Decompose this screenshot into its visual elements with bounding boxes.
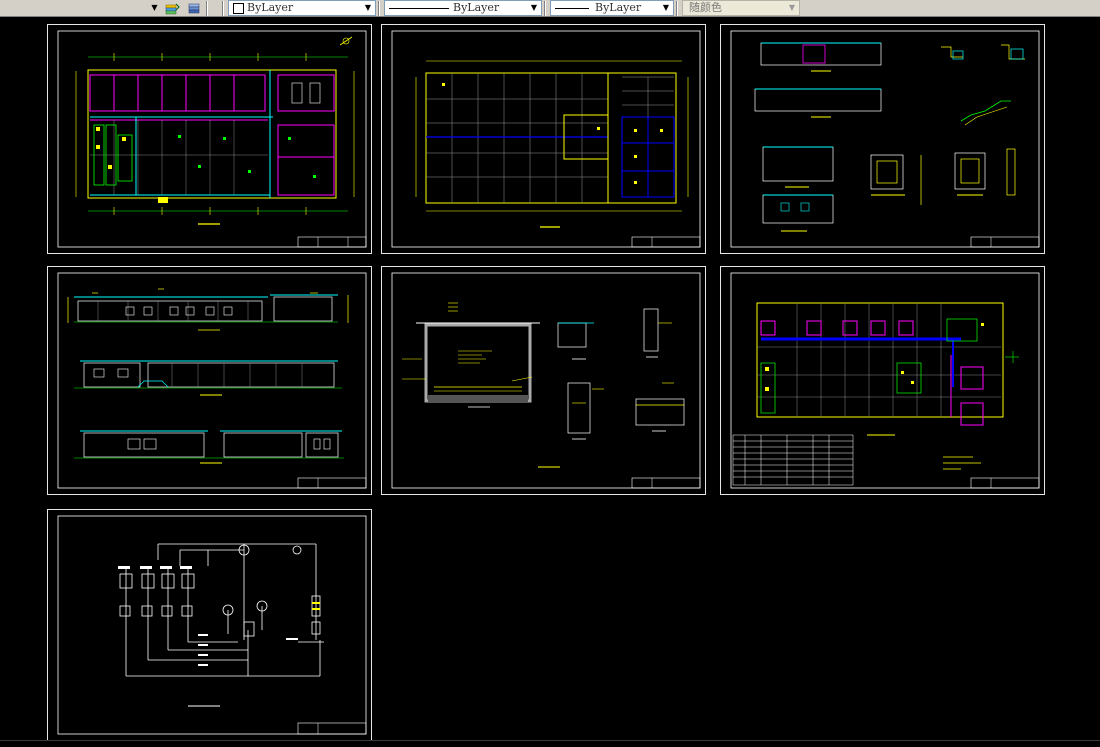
drawing-sheet-equipment-plan[interactable] — [720, 266, 1045, 495]
lineweight-control[interactable]: ByLayer ▼ — [550, 0, 674, 16]
chevron-down-icon: ▼ — [788, 3, 796, 12]
layer-dropdown-arrow-icon[interactable]: ▼ — [149, 2, 160, 14]
color-control[interactable]: ByLayer ▼ — [228, 0, 376, 16]
lineweight-control-value: ByLayer — [595, 1, 642, 14]
color-swatch-icon — [233, 3, 244, 14]
process-schematic-drawing — [57, 515, 367, 735]
roof-plan-drawing — [391, 30, 701, 248]
drawing-sheet-details[interactable] — [720, 24, 1045, 254]
drawing-sheet-pool-section[interactable] — [381, 266, 706, 495]
plotstyle-control: 随颜色 ▼ — [682, 0, 800, 16]
chevron-down-icon[interactable]: ▼ — [659, 1, 673, 15]
linetype-control-value: ByLayer — [453, 1, 500, 14]
toolbar-separator — [676, 1, 678, 16]
linetype-control[interactable]: ByLayer ▼ — [384, 0, 542, 16]
model-space-canvas[interactable] — [0, 17, 1100, 746]
toolbar-separator — [378, 1, 380, 16]
drawing-sheet-elevations[interactable] — [47, 266, 372, 495]
floor-plan-drawing — [57, 30, 367, 248]
drawing-sheet-process-schematic[interactable] — [47, 509, 372, 741]
layer-previous-icon[interactable] — [164, 1, 180, 15]
chevron-down-icon[interactable]: ▼ — [527, 1, 541, 15]
toolbar-separator — [206, 1, 208, 16]
pool-section-drawing — [391, 272, 701, 489]
properties-toolbar: ▼ ByLayer ▼ ByLayer ▼ ByLayer ▼ 随颜色 ▼ — [0, 0, 1100, 17]
equipment-plan-drawing — [730, 272, 1040, 489]
chevron-down-icon[interactable]: ▼ — [361, 1, 375, 15]
lineweight-preview — [555, 8, 589, 9]
plotstyle-control-value: 随颜色 — [689, 1, 722, 14]
details-drawing — [730, 30, 1040, 248]
color-control-value: ByLayer — [247, 1, 294, 14]
toolbar-separator — [222, 1, 224, 16]
linetype-preview — [389, 8, 449, 9]
drawing-sheet-floor-plan[interactable] — [47, 24, 372, 254]
layer-states-icon[interactable] — [186, 1, 202, 15]
north-arrow-icon — [339, 36, 353, 46]
drawing-sheet-roof-plan[interactable] — [381, 24, 706, 254]
toolbar-separator — [544, 1, 546, 16]
elevations-drawing — [57, 272, 367, 489]
